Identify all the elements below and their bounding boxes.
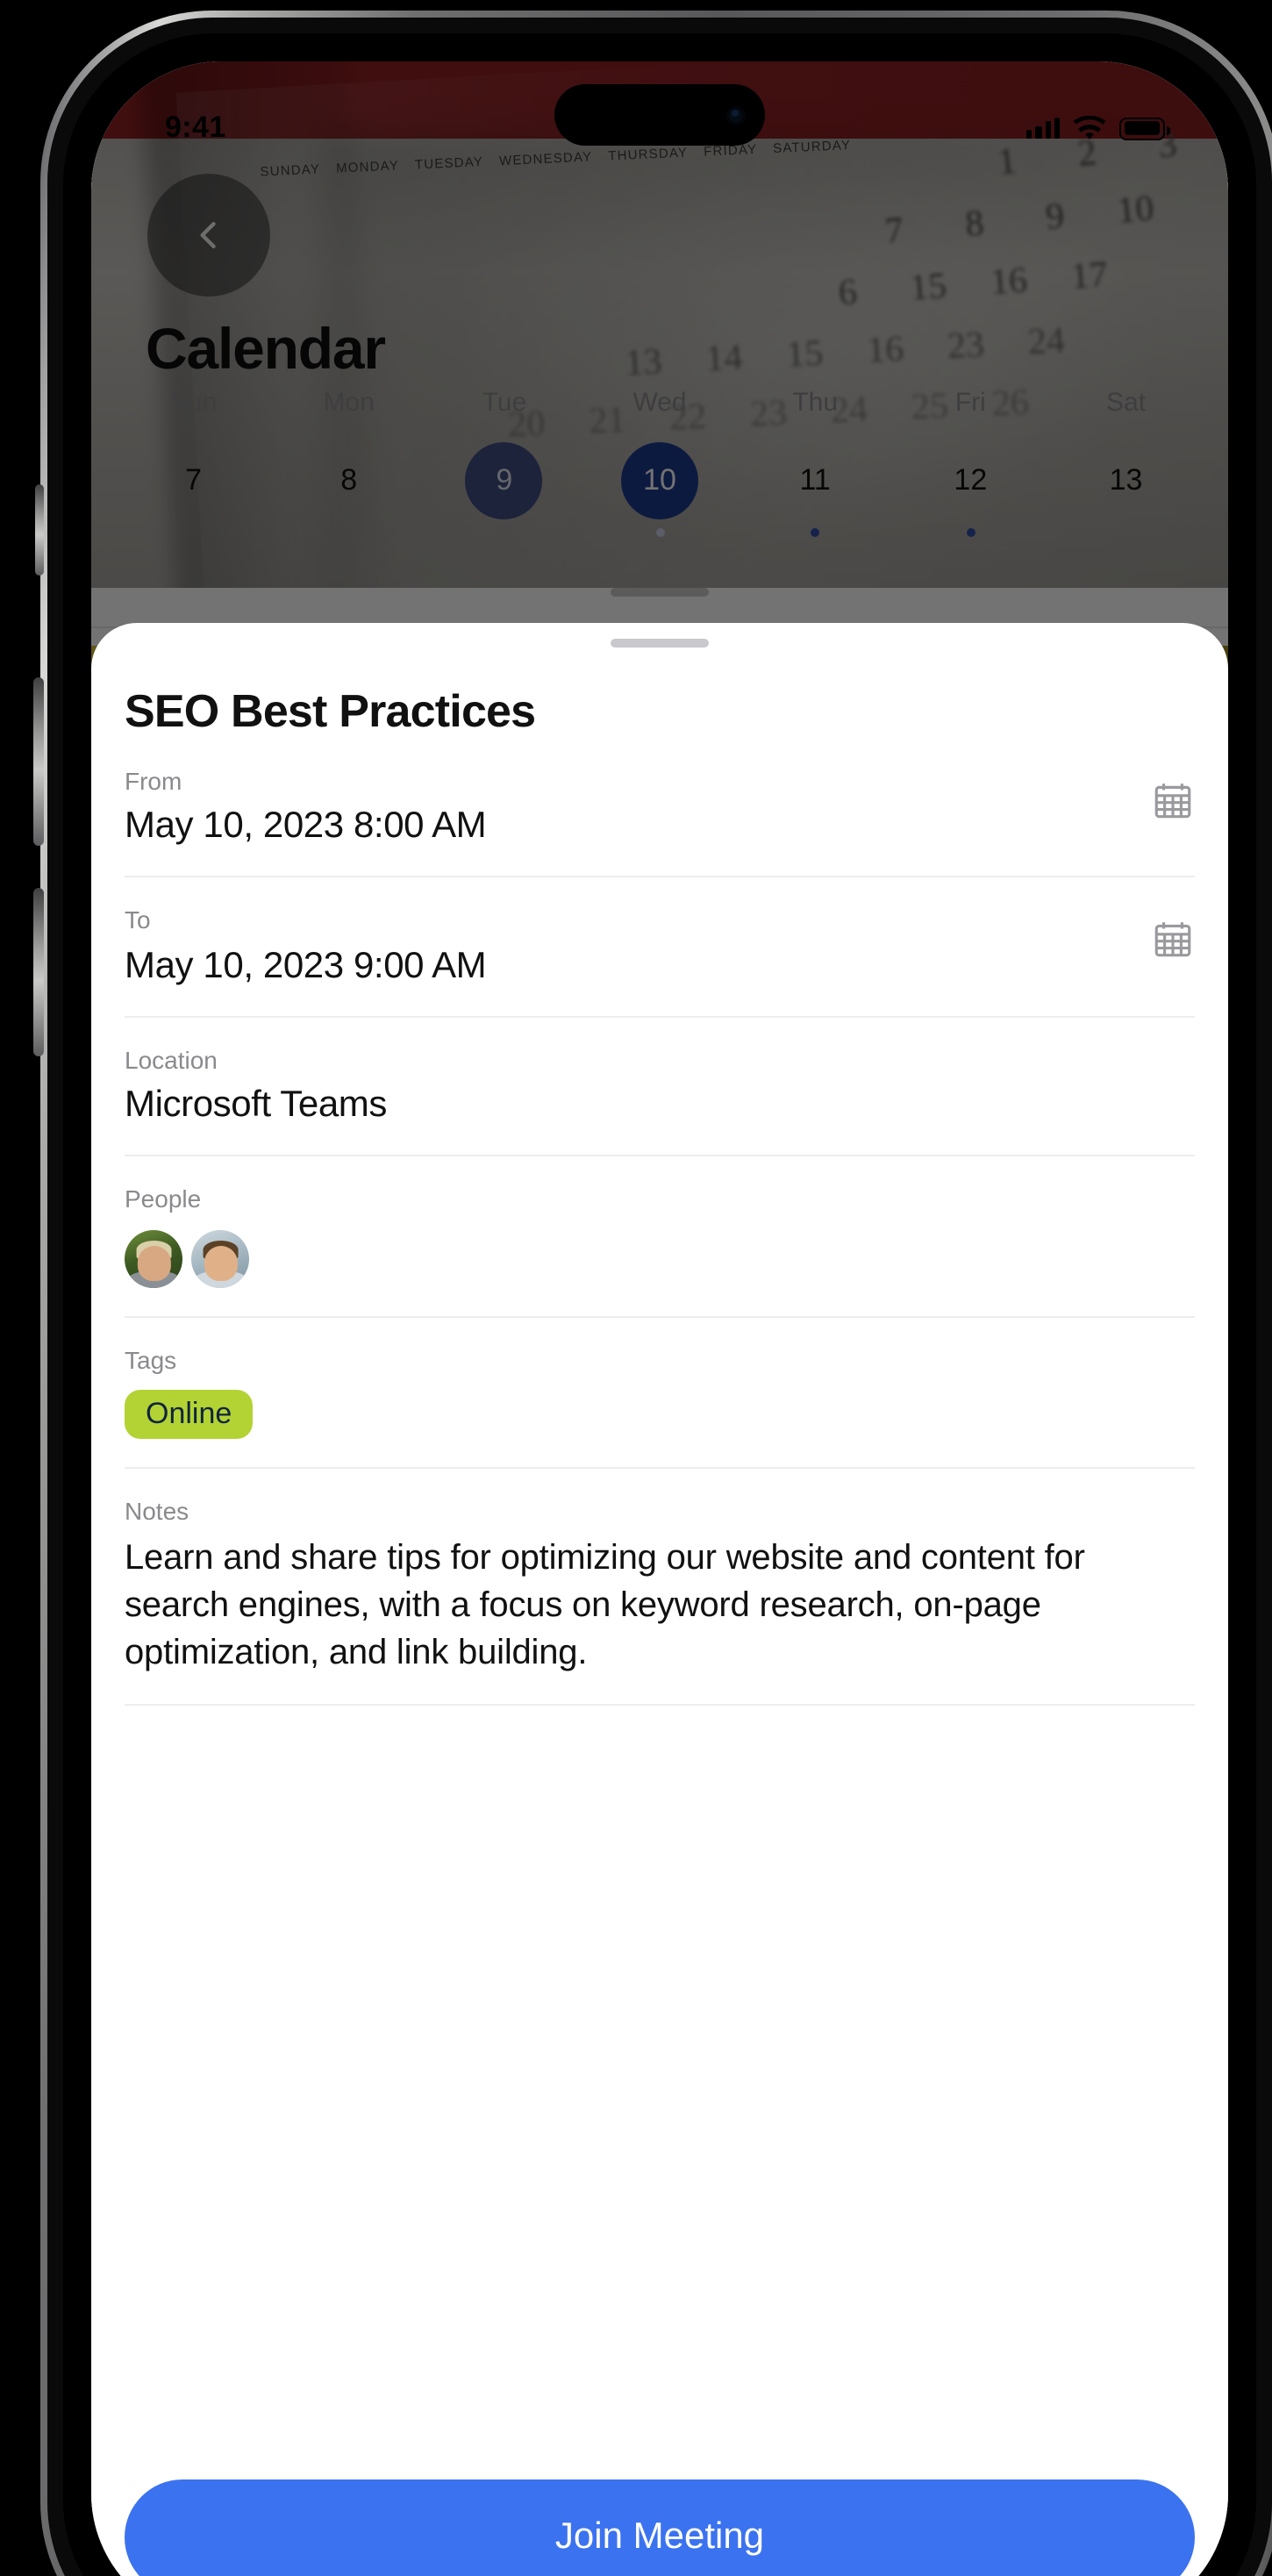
field-label: People — [125, 1184, 202, 1213]
field-to-body: To May 10, 2023 9:00 AM — [125, 905, 1135, 988]
field-tags-body: Tags Online — [125, 1345, 1195, 1439]
join-meeting-button[interactable]: Join Meeting — [125, 2479, 1195, 2576]
field-to[interactable]: To May 10, 2023 9:00 AM — [125, 878, 1195, 1018]
field-from-body: From May 10, 2023 8:00 AM — [125, 767, 1135, 848]
event-detail-sheet: SEO Best Practices From May 10, 2023 8:0… — [91, 623, 1228, 2576]
field-label: To — [125, 905, 151, 934]
status-badge[interactable]: Online — [125, 1389, 254, 1439]
field-people-body: People — [125, 1184, 1195, 1288]
calendar-app: SUNDAY MONDAY TUESDAY WEDNESDAY THURSDAY… — [91, 61, 1228, 2576]
field-label: Tags — [125, 1345, 177, 1374]
field-from[interactable]: From May 10, 2023 8:00 AM — [125, 739, 1195, 878]
notes-text: Learn and share tips for optimizing our … — [125, 1539, 1085, 1672]
field-to-icon-wrap[interactable] — [1135, 908, 1195, 962]
field-tags[interactable]: Tags Online — [125, 1317, 1195, 1469]
device-bezel: SUNDAY MONDAY TUESDAY WEDNESDAY THURSDAY… — [63, 33, 1256, 2576]
calendar-icon — [1154, 784, 1191, 819]
iphone-device-frame: SUNDAY MONDAY TUESDAY WEDNESDAY THURSDAY… — [33, 11, 1272, 2576]
field-location[interactable]: Location Microsoft Teams — [125, 1018, 1195, 1157]
device-screen: SUNDAY MONDAY TUESDAY WEDNESDAY THURSDAY… — [91, 61, 1228, 2576]
people-avatars — [125, 1229, 1195, 1288]
avatar[interactable] — [191, 1229, 249, 1288]
field-notes-body: Notes Learn and share tips for optimizin… — [125, 1496, 1195, 1676]
field-notes: Notes Learn and share tips for optimizin… — [125, 1469, 1195, 1707]
field-people[interactable]: People — [125, 1156, 1195, 1318]
calendar-icon — [1154, 922, 1191, 958]
field-value: May 10, 2023 9:00 AM — [125, 945, 487, 986]
drag-handle-icon[interactable] — [611, 639, 709, 648]
volume-up-button[interactable] — [33, 677, 44, 846]
field-value: Microsoft Teams — [125, 1084, 387, 1126]
cta-container: Join Meeting — [125, 2448, 1195, 2576]
field-location-body: Location Microsoft Teams — [125, 1045, 1195, 1127]
avatar[interactable] — [125, 1229, 182, 1288]
field-label: Notes — [125, 1496, 189, 1525]
screenshot-stage: SUNDAY MONDAY TUESDAY WEDNESDAY THURSDAY… — [0, 0, 1272, 2576]
field-label: Location — [125, 1045, 218, 1074]
tag-list: Online — [125, 1389, 1195, 1439]
field-value: May 10, 2023 8:00 AM — [125, 805, 487, 847]
field-from-icon-wrap[interactable] — [1135, 769, 1195, 823]
silent-switch[interactable] — [35, 484, 44, 576]
volume-down-button[interactable] — [33, 888, 44, 1056]
field-label: From — [125, 767, 182, 795]
device-inner-frame: SUNDAY MONDAY TUESDAY WEDNESDAY THURSDAY… — [47, 18, 1272, 2576]
sheet-title: SEO Best Practices — [125, 684, 536, 737]
